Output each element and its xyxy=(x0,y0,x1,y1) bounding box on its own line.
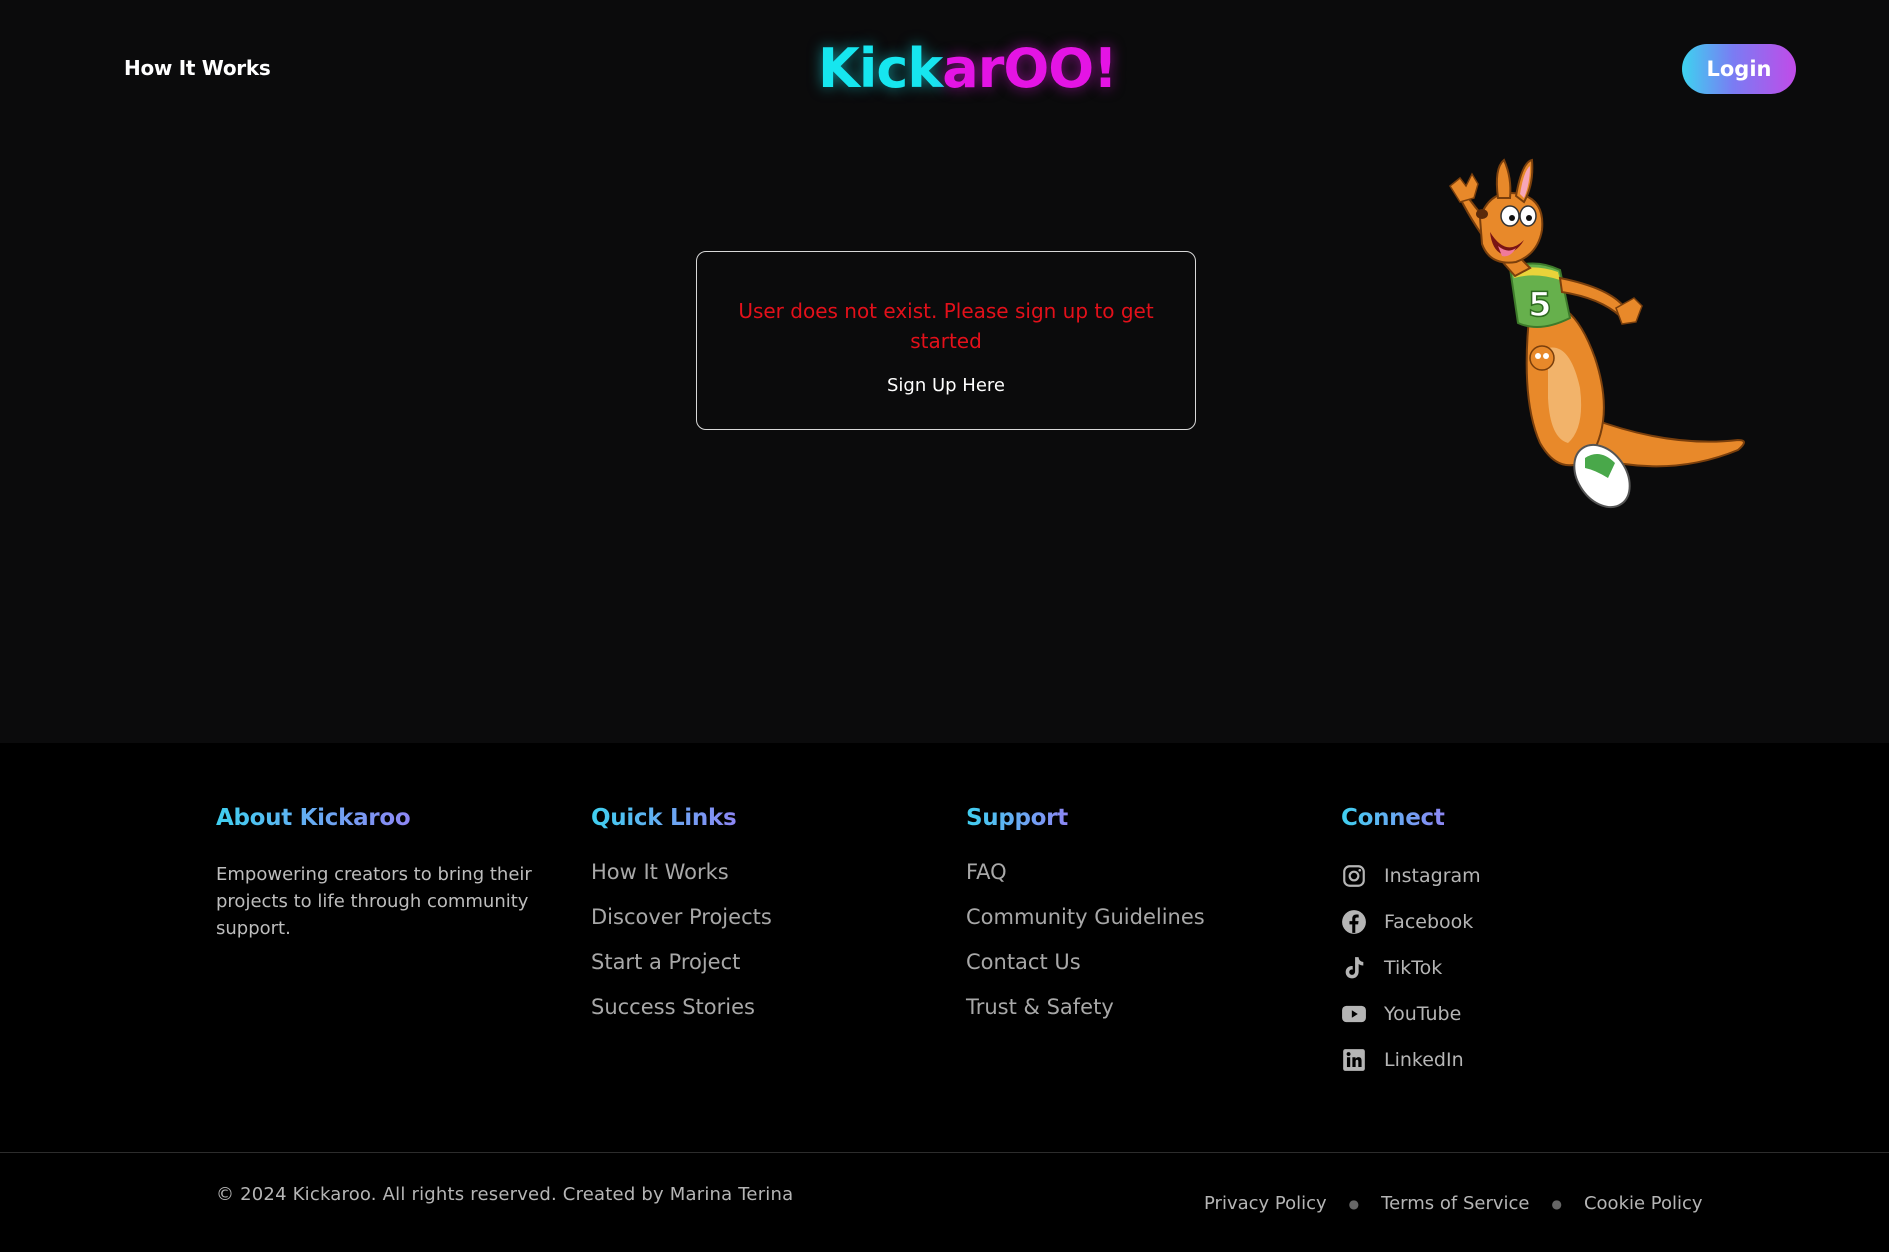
footer-link-how-it-works[interactable]: How It Works xyxy=(591,857,772,902)
social-label: YouTube xyxy=(1384,1003,1462,1025)
login-button[interactable]: Login xyxy=(1682,44,1796,94)
error-message: User does not exist. Please sign up to g… xyxy=(738,299,1154,353)
separator-dot: ● xyxy=(1348,1196,1360,1211)
linkedin-icon xyxy=(1341,1047,1367,1073)
privacy-policy-link[interactable]: Privacy Policy xyxy=(1204,1193,1327,1214)
footer-divider xyxy=(0,1152,1889,1153)
copyright-text: © 2024 Kickaroo. All rights reserved. Cr… xyxy=(216,1184,794,1205)
social-label: Instagram xyxy=(1384,865,1481,887)
tiktok-icon xyxy=(1341,955,1367,981)
footer-link-faq[interactable]: FAQ xyxy=(966,857,1205,902)
logo-part-1: Kick xyxy=(818,37,943,100)
footer-support-column: Support FAQ Community Guidelines Contact… xyxy=(966,805,1205,1037)
social-link-youtube[interactable]: YouTube xyxy=(1341,991,1481,1037)
error-message-box: User does not exist. Please sign up to g… xyxy=(696,251,1196,430)
quick-links-title: Quick Links xyxy=(591,805,737,831)
about-title: About Kickaroo xyxy=(216,805,411,831)
jersey-number: 5 xyxy=(1528,285,1552,325)
footer-connect-column: Connect Instagram Facebook TikTok YouTub… xyxy=(1341,805,1481,1083)
social-link-facebook[interactable]: Facebook xyxy=(1341,899,1481,945)
connect-title: Connect xyxy=(1341,805,1445,831)
social-link-linkedin[interactable]: LinkedIn xyxy=(1341,1037,1481,1083)
logo-part-2: arOO! xyxy=(942,37,1118,100)
footer-about-column: About Kickaroo Empowering creators to br… xyxy=(216,805,546,942)
logo[interactable]: KickarOO! xyxy=(818,37,1118,100)
footer-link-success-stories[interactable]: Success Stories xyxy=(591,992,772,1037)
support-title: Support xyxy=(966,805,1068,831)
footer-link-contact-us[interactable]: Contact Us xyxy=(966,947,1205,992)
about-text: Empowering creators to bring their proje… xyxy=(216,864,532,939)
separator-dot: ● xyxy=(1551,1196,1562,1211)
social-label: LinkedIn xyxy=(1384,1049,1464,1071)
facebook-icon xyxy=(1341,909,1367,935)
kangaroo-mascot-image: 5 xyxy=(1449,158,1745,509)
nav-how-it-works[interactable]: How It Works xyxy=(124,56,271,80)
page: How It Works KickarOO! Login User does n… xyxy=(0,0,1889,1252)
cookie-policy-link[interactable]: Cookie Policy xyxy=(1584,1193,1703,1214)
main-section: How It Works KickarOO! Login User does n… xyxy=(0,0,1889,743)
social-label: TikTok xyxy=(1384,957,1443,979)
footer: About Kickaroo Empowering creators to br… xyxy=(0,743,1889,1252)
footer-link-discover-projects[interactable]: Discover Projects xyxy=(591,902,772,947)
footer-quick-links-column: Quick Links How It Works Discover Projec… xyxy=(591,805,772,1037)
social-label: Facebook xyxy=(1384,911,1474,933)
footer-link-start-a-project[interactable]: Start a Project xyxy=(591,947,772,992)
footer-link-trust-safety[interactable]: Trust & Safety xyxy=(966,992,1205,1037)
youtube-icon xyxy=(1341,1001,1367,1027)
sign-up-link[interactable]: Sign Up Here xyxy=(697,375,1195,396)
terms-of-service-link[interactable]: Terms of Service xyxy=(1381,1193,1529,1214)
footer-link-community-guidelines[interactable]: Community Guidelines xyxy=(966,902,1205,947)
social-link-instagram[interactable]: Instagram xyxy=(1341,853,1481,899)
instagram-icon xyxy=(1341,863,1367,889)
social-link-tiktok[interactable]: TikTok xyxy=(1341,945,1481,991)
legal-links: Privacy Policy ● Terms of Service ● Cook… xyxy=(1204,1193,1703,1214)
